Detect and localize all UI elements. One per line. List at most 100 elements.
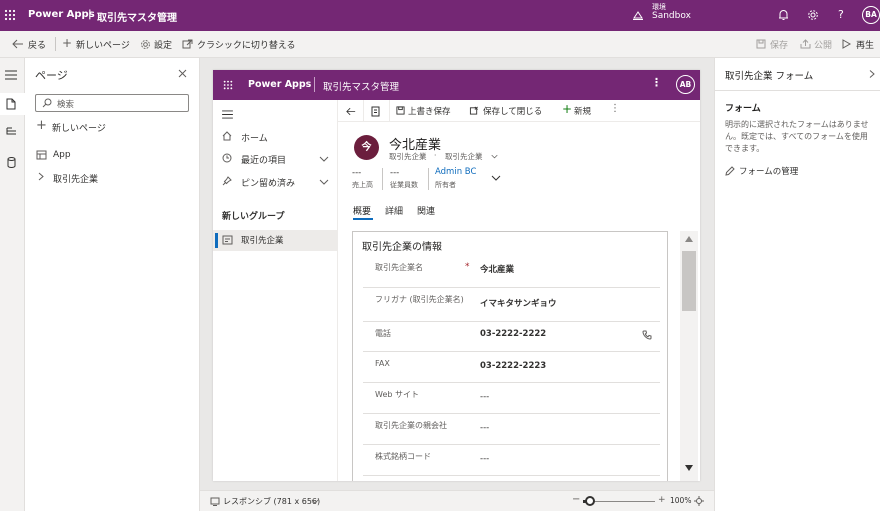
plus-icon: + <box>562 102 573 116</box>
switch-classic-icon <box>182 39 193 49</box>
plus-icon: + <box>62 36 73 50</box>
chevron-down-icon[interactable] <box>491 154 498 159</box>
divider <box>389 100 390 122</box>
field-furigana[interactable]: フリガナ (取引先企業名) イマキタサンギョウ <box>363 288 660 322</box>
properties-pane: 取引先企業 フォーム フォーム 明示的に選択されたフォームはありません。既定では… <box>714 58 880 511</box>
fit-to-screen-icon[interactable] <box>694 496 704 506</box>
nav-group-title: 新しいグループ <box>222 212 285 222</box>
field-label: 電話 <box>375 329 391 338</box>
publish-icon <box>800 39 811 49</box>
bell-icon[interactable] <box>778 9 789 21</box>
waffle-icon[interactable] <box>4 9 16 21</box>
layout-selector[interactable]: レスポンシブ (781 x 656) <box>223 496 320 507</box>
kpi-employees-value: --- <box>390 168 400 178</box>
tree-item-app[interactable]: App <box>53 150 71 160</box>
help-icon[interactable]: ? <box>838 8 844 21</box>
zoom-out-button[interactable]: − <box>572 494 580 505</box>
new-record-button[interactable]: 新規 <box>574 105 591 117</box>
divider <box>428 168 429 190</box>
tab-related[interactable]: 関連 <box>417 204 435 217</box>
close-icon[interactable] <box>178 69 187 78</box>
field-value: 今北産業 <box>480 265 515 275</box>
more-icon[interactable]: ⋮ <box>610 103 620 114</box>
chevron-right-icon[interactable] <box>38 172 44 181</box>
gear-icon[interactable] <box>807 9 819 21</box>
environment-name: Sandbox <box>652 11 691 21</box>
nav-home[interactable]: ホーム <box>241 131 268 144</box>
record-form: 上書き保存 保存して閉じる + 新規 ⋮ 今 今北産業 取引先企業 · 取引先企… <box>338 100 700 481</box>
field-ticker[interactable]: 株式銘柄コード --- <box>363 445 660 476</box>
field-label: 株式銘柄コード <box>375 452 431 461</box>
app-preview: Power Apps 取引先マスタ管理 ⋮ AB ホーム 最近の項目 ピン留め済… <box>213 70 700 481</box>
environment-picker[interactable]: 環境 Sandbox <box>652 3 691 21</box>
clock-icon <box>222 153 232 163</box>
switch-classic-button[interactable]: クラシックに切り替える <box>197 38 296 51</box>
title-separator: | <box>88 9 92 20</box>
info-section: 取引先企業の情報 取引先企業名 * 今北産業 フリガナ (取引先企業名) イマキ… <box>352 231 668 481</box>
hamburger-icon[interactable] <box>222 110 233 119</box>
new-page-link[interactable]: 新しいページ <box>52 121 106 134</box>
back-arrow-icon[interactable] <box>346 107 356 116</box>
form-selector[interactable]: 取引先企業 <box>445 151 483 162</box>
divider <box>55 37 56 51</box>
save-close-button[interactable]: 保存して閉じる <box>483 105 542 117</box>
page-search-input[interactable]: 検索 <box>35 94 189 112</box>
field-phone[interactable]: 電話 03-2222-2222 <box>363 322 660 352</box>
back-button[interactable]: 戻る <box>28 38 46 51</box>
owner-link[interactable]: Admin BC <box>435 167 476 177</box>
selection-indicator <box>215 233 218 248</box>
tree-view-icon[interactable] <box>6 127 17 137</box>
settings-button[interactable]: 設定 <box>154 38 172 51</box>
app-user-avatar[interactable]: AB <box>676 75 695 94</box>
save-button[interactable]: 保存 <box>770 38 788 51</box>
hamburger-icon[interactable] <box>5 70 17 80</box>
scroll-thumb[interactable] <box>682 251 696 311</box>
forms-heading: フォーム <box>725 104 761 114</box>
phone-icon[interactable] <box>642 330 652 340</box>
play-button[interactable]: 再生 <box>856 38 874 51</box>
chevron-down-icon[interactable] <box>319 156 329 162</box>
zoom-slider-thumb[interactable] <box>585 496 596 506</box>
database-icon[interactable] <box>7 157 16 168</box>
section-title: 取引先企業の情報 <box>362 242 442 253</box>
manage-forms-link[interactable]: フォームの管理 <box>739 165 798 177</box>
more-icon[interactable]: ⋮ <box>651 76 662 89</box>
field-parent-account[interactable]: 取引先企業の親会社 --- <box>363 414 660 445</box>
form-scrollbar[interactable] <box>680 231 698 481</box>
save-over-button[interactable]: 上書き保存 <box>408 105 451 117</box>
zoom-in-button[interactable]: + <box>658 495 666 505</box>
tree-item-account[interactable]: 取引先企業 <box>53 172 98 185</box>
nav-entity-label: 取引先企業 <box>241 236 284 246</box>
scroll-down-arrow[interactable] <box>685 465 693 471</box>
top-bar: Power Apps | 取引先マスタ管理 環境 Sandbox ? BA <box>0 0 880 31</box>
app-header-name: Power Apps <box>248 79 312 90</box>
field-website[interactable]: Web サイト --- <box>363 383 660 414</box>
user-avatar[interactable]: BA <box>862 6 880 24</box>
environment-icon <box>632 9 644 21</box>
page-icon[interactable] <box>6 98 16 110</box>
tab-details[interactable]: 詳細 <box>385 204 403 217</box>
chevron-down-icon[interactable] <box>491 175 501 181</box>
form-command-bar: 上書き保存 保存して閉じる + 新規 ⋮ <box>338 100 700 122</box>
nav-recent[interactable]: 最近の項目 <box>241 153 286 166</box>
field-label: FAX <box>375 359 390 368</box>
app-header-title: 取引先マスタ管理 <box>323 82 400 93</box>
new-page-button[interactable]: 新しいページ <box>76 38 130 51</box>
tab-summary[interactable]: 概要 <box>353 204 371 217</box>
field-account-name[interactable]: 取引先企業名 * 今北産業 <box>363 256 660 288</box>
field-fax[interactable]: FAX 03-2222-2223 <box>363 352 660 383</box>
waffle-icon[interactable] <box>223 80 233 90</box>
chevron-down-icon[interactable] <box>311 499 319 504</box>
chevron-down-icon[interactable] <box>319 179 329 185</box>
scroll-up-arrow[interactable] <box>685 236 693 242</box>
divider <box>363 100 364 122</box>
form-icon[interactable] <box>371 106 380 117</box>
publish-button[interactable]: 公開 <box>814 38 832 51</box>
nav-pinned[interactable]: ピン留め済み <box>241 176 295 189</box>
app-icon <box>36 150 47 160</box>
save-close-icon <box>469 106 479 115</box>
field-value: --- <box>480 454 490 464</box>
zoom-level: 100% <box>670 496 692 505</box>
chevron-right-icon[interactable] <box>869 69 875 79</box>
separator-dot: · <box>434 151 437 160</box>
